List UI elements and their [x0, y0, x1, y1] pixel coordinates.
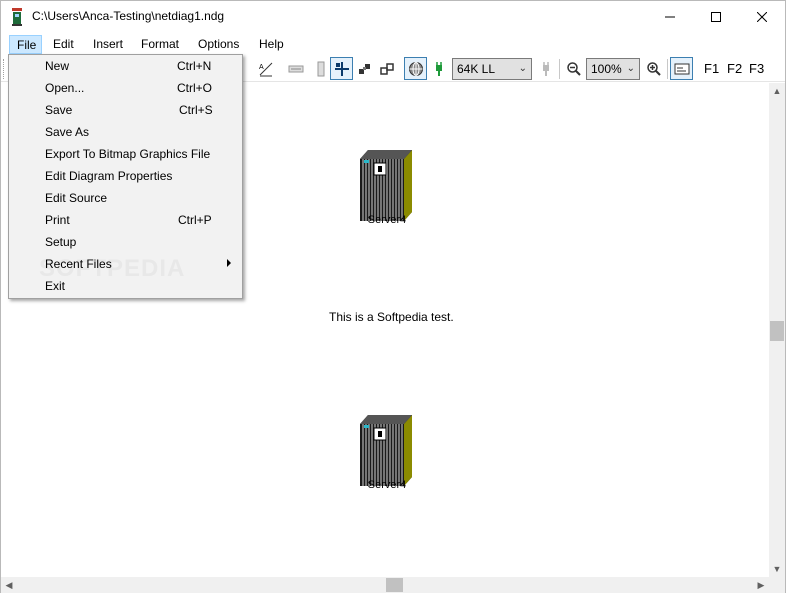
menu-item-label: Export To Bitmap Graphics File — [45, 147, 211, 161]
properties-card-icon — [674, 63, 689, 74]
scroll-left-icon[interactable]: ◀ — [1, 577, 17, 593]
server-label: Server4 — [367, 479, 407, 491]
close-button[interactable] — [739, 1, 785, 32]
plug-button[interactable] — [427, 57, 450, 80]
server-label: Server4 — [367, 214, 407, 226]
svg-text:A: A — [259, 64, 264, 71]
minimize-button[interactable] — [647, 1, 693, 32]
title-bar: C:\Users\Anca-Testing\netdiag1.ndg — [1, 1, 785, 32]
zoom-out-button[interactable] — [562, 57, 585, 80]
window-title: C:\Users\Anca-Testing\netdiag1.ndg — [32, 9, 225, 23]
f1-button[interactable]: F1 — [704, 61, 719, 76]
menu-bar: File Edit Insert Format Options Help — [1, 33, 785, 54]
f2-button[interactable]: F2 — [727, 61, 742, 76]
line-speed-select[interactable]: 64K LL ⌄ — [452, 58, 532, 80]
menu-item-edit-source[interactable]: Edit Source — [11, 187, 240, 209]
menu-item-label: New — [45, 59, 70, 73]
menu-item-label: Open... — [45, 81, 85, 95]
vertical-link-button[interactable] — [309, 57, 332, 80]
menu-item-export-bitmap[interactable]: Export To Bitmap Graphics File — [11, 143, 240, 165]
ungroup-button[interactable] — [375, 57, 398, 80]
line-speed-value: 64K LL — [457, 62, 496, 76]
zoom-value: 100% — [591, 62, 622, 76]
menu-item-shortcut: Ctrl+S — [179, 103, 213, 117]
crosshair-icon — [334, 61, 349, 76]
menu-insert[interactable]: Insert — [93, 35, 123, 54]
disconnect-button[interactable] — [534, 57, 557, 80]
f3-button[interactable]: F3 — [749, 61, 764, 76]
menu-item-new[interactable]: New Ctrl+N — [11, 55, 240, 77]
menu-options[interactable]: Options — [198, 35, 239, 54]
menu-item-recent-files[interactable]: Recent Files — [11, 253, 240, 275]
submenu-arrow-icon — [227, 259, 231, 267]
maximize-button[interactable] — [693, 1, 739, 32]
link-icon — [288, 65, 303, 72]
menu-item-open[interactable]: Open... Ctrl+O — [11, 77, 240, 99]
menu-item-label: Setup — [45, 235, 77, 249]
menu-item-label: Exit — [45, 279, 66, 293]
zoom-in-icon — [646, 61, 661, 76]
scroll-right-icon[interactable]: ▶ — [753, 577, 769, 593]
plug-icon — [435, 61, 442, 76]
menu-help[interactable]: Help — [259, 35, 284, 54]
minimize-icon — [665, 16, 675, 17]
app-window: C:\Users\Anca-Testing\netdiag1.ndg File … — [0, 0, 786, 593]
line-tool-button[interactable]: A — [254, 57, 277, 80]
horizontal-scroll-thumb[interactable] — [386, 578, 403, 592]
zoom-select[interactable]: 100% ⌄ — [586, 58, 640, 80]
toolbar-separator — [667, 59, 668, 79]
properties-button[interactable] — [670, 57, 693, 80]
menu-item-save-as[interactable]: Save As — [11, 121, 240, 143]
menu-edit[interactable]: Edit — [53, 35, 74, 54]
scrollbar-corner — [769, 577, 785, 593]
ungroup-icon — [379, 62, 394, 75]
file-menu-dropdown: SOFTPEDIA New Ctrl+N Open... Ctrl+O Save… — [8, 54, 243, 299]
menu-item-print[interactable]: Print Ctrl+P — [11, 209, 240, 231]
chevron-down-icon: ⌄ — [626, 63, 635, 74]
group-icon — [358, 63, 370, 74]
menu-item-shortcut: Ctrl+N — [177, 59, 212, 73]
menu-item-label: Save As — [45, 125, 90, 139]
menu-item-label: Edit Diagram Properties — [45, 169, 173, 183]
scroll-down-icon[interactable]: ▼ — [769, 561, 785, 577]
menu-file[interactable]: File — [9, 35, 42, 54]
menu-item-save[interactable]: Save Ctrl+S — [11, 99, 240, 121]
unplug-icon — [542, 61, 549, 76]
menu-item-label: Save — [45, 103, 73, 117]
network-view-button[interactable] — [404, 57, 427, 80]
menu-item-exit[interactable]: Exit — [11, 275, 240, 297]
zoom-in-button[interactable] — [642, 57, 665, 80]
menu-format[interactable]: Format — [141, 35, 179, 54]
draw-line-icon: A — [259, 62, 272, 76]
menu-item-shortcut: Ctrl+P — [178, 213, 212, 227]
close-icon — [757, 11, 767, 22]
menu-item-label: Recent Files — [45, 257, 112, 271]
maximize-icon — [711, 11, 721, 22]
vertical-scroll-thumb[interactable] — [770, 321, 784, 341]
app-icon — [12, 8, 22, 26]
toolbar-separator — [559, 59, 560, 79]
vertical-link-icon — [317, 61, 324, 76]
horizontal-scrollbar[interactable]: ◀ ▶ — [1, 577, 769, 593]
link-tool-button[interactable] — [284, 57, 307, 80]
scroll-up-icon[interactable]: ▲ — [769, 83, 785, 99]
menu-item-edit-diagram-properties[interactable]: Edit Diagram Properties — [11, 165, 240, 187]
globe-icon — [408, 61, 423, 76]
chevron-down-icon: ⌄ — [518, 63, 527, 74]
menu-item-shortcut: Ctrl+O — [177, 81, 213, 95]
group-button[interactable] — [353, 57, 376, 80]
snap-grid-button[interactable] — [330, 57, 353, 80]
menu-item-setup[interactable]: Setup — [11, 231, 240, 253]
vertical-scrollbar[interactable]: ▲ ▼ — [769, 83, 785, 577]
diagram-text-note[interactable]: This is a Softpedia test. — [329, 310, 454, 324]
menu-item-label: Edit Source — [45, 191, 108, 205]
menu-item-label: Print — [45, 213, 70, 227]
zoom-out-icon — [566, 61, 581, 76]
toolbar-grip[interactable] — [3, 59, 6, 79]
